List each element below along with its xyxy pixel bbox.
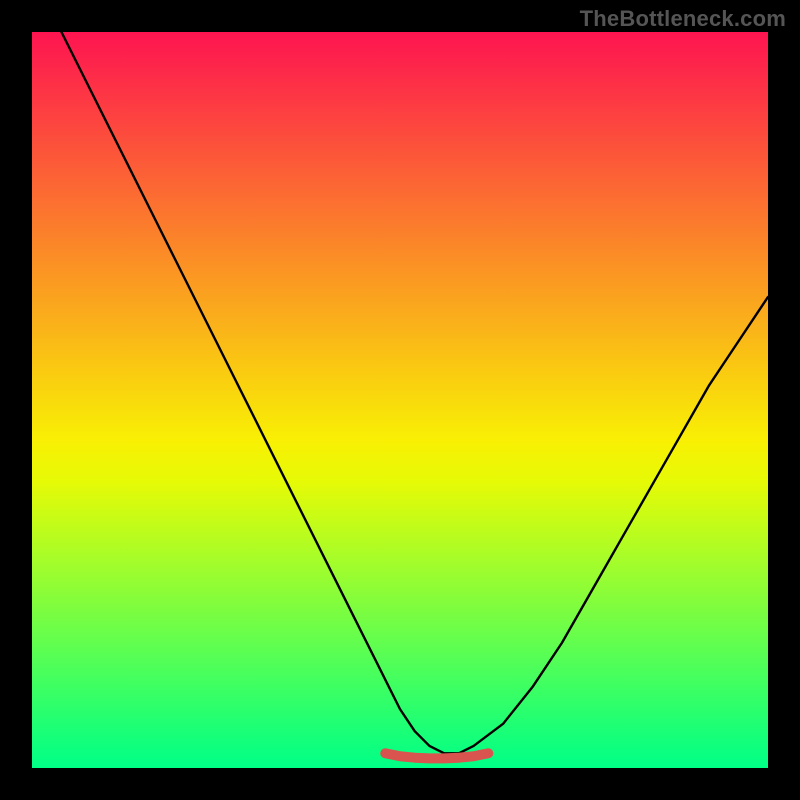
chart-gradient-bg <box>32 32 768 768</box>
watermark-text: TheBottleneck.com <box>580 6 786 32</box>
chart-frame: TheBottleneck.com <box>0 0 800 800</box>
bottom-marker-band <box>385 753 488 758</box>
chart-svg <box>32 32 768 768</box>
